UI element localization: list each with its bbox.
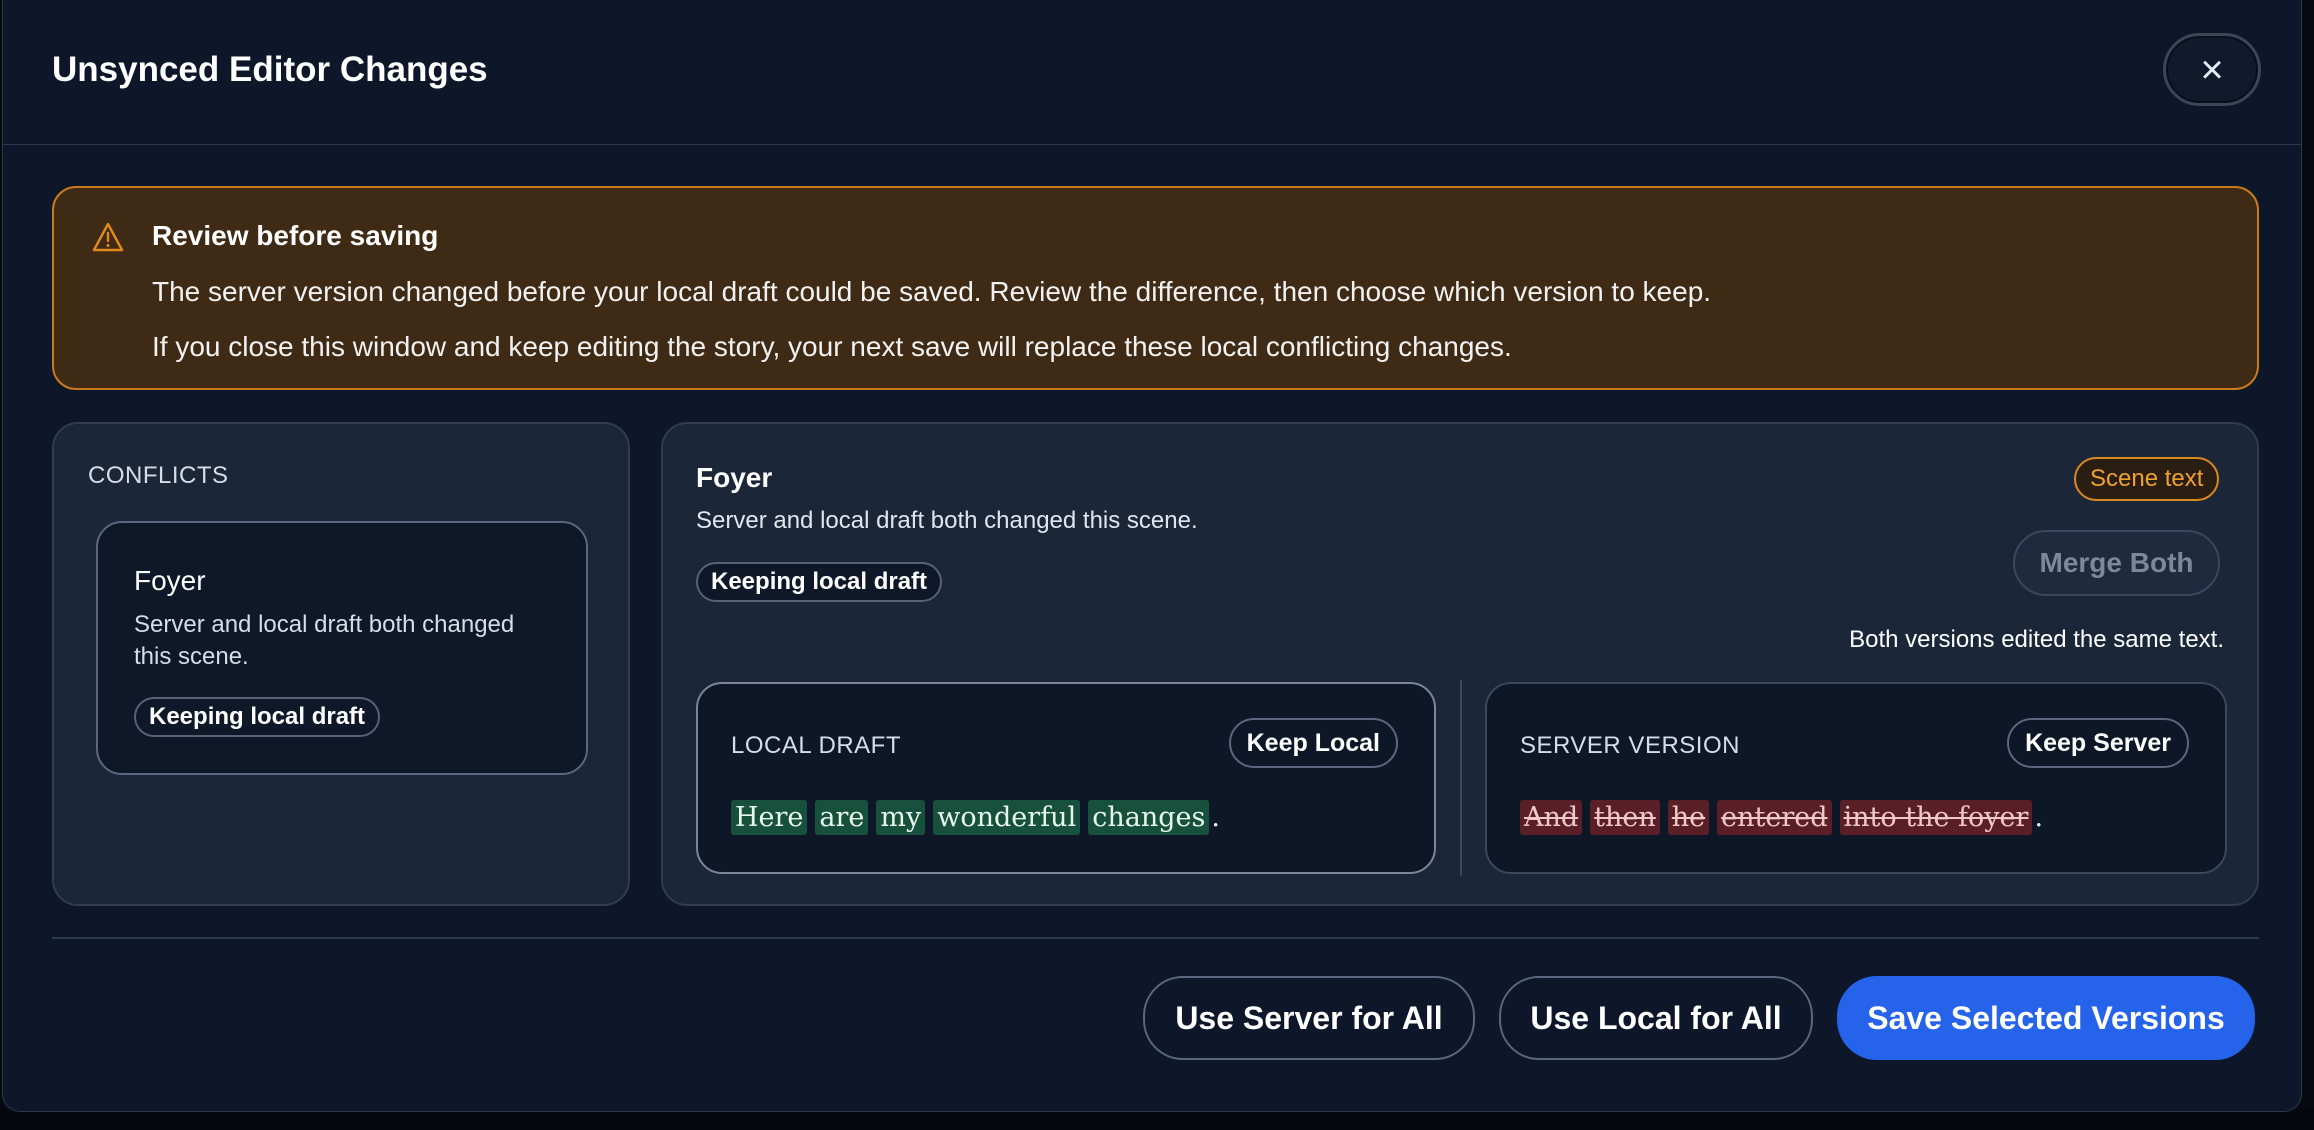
conflict-detail-panel: Foyer Server and local draft both change… [661, 422, 2259, 906]
conflict-item-foyer[interactable]: Foyer Server and local draft both change… [96, 521, 588, 775]
unsynced-changes-dialog: Unsynced Editor Changes × Review before … [2, 0, 2302, 1112]
keep-local-button[interactable]: Keep Local [1228, 718, 1398, 768]
diff-added-token: are [815, 800, 869, 835]
detail-title: Foyer [696, 462, 773, 493]
save-selected-versions-button[interactable]: Save Selected Versions [1837, 976, 2255, 1060]
dialog-title: Unsynced Editor Changes [52, 50, 488, 89]
diff-removed-token: he [1667, 800, 1710, 835]
use-local-for-all-button[interactable]: Use Local for All [1499, 976, 1813, 1060]
server-version-label: SERVER VERSION [1520, 732, 1740, 759]
server-version-card[interactable]: SERVER VERSION Keep Server And then he e… [1485, 682, 2227, 874]
keep-server-button[interactable]: Keep Server [2007, 718, 2189, 768]
close-icon: × [2200, 47, 2224, 92]
conflict-item-title: Foyer [134, 565, 206, 596]
conflicts-heading: CONFLICTS [88, 462, 229, 489]
footer-divider [52, 937, 2259, 939]
close-button[interactable]: × [2163, 33, 2261, 106]
diff-removed-token: And [1520, 800, 1583, 835]
local-draft-label: LOCAL DRAFT [731, 732, 901, 759]
conflict-status-badge: Keeping local draft [134, 697, 381, 737]
use-server-for-all-button[interactable]: Use Server for All [1143, 976, 1475, 1060]
warning-message: The server version changed before your l… [152, 276, 1712, 307]
diff-added-token: changes [1088, 800, 1210, 835]
detail-status-badge: Keeping local draft [696, 562, 943, 602]
conflicts-panel: CONFLICTS Foyer Server and local draft b… [52, 422, 630, 906]
conflict-item-description: Server and local draft both changed this… [134, 611, 515, 670]
warning-triangle-icon [92, 222, 124, 252]
local-draft-card[interactable]: LOCAL DRAFT Keep Local Here are my wonde… [696, 682, 1436, 874]
diff-removed-token: then [1590, 800, 1660, 835]
warning-message-secondary: If you close this window and keep editin… [152, 331, 1512, 362]
diff-suffix: . [2034, 802, 2044, 833]
diff-suffix: . [1211, 802, 1220, 833]
server-diff-text: And then he entered into the foyer . [1520, 800, 2043, 835]
dialog-header: Unsynced Editor Changes × [3, 0, 2301, 145]
local-diff-text: Here are my wonderful changes . [731, 800, 1220, 835]
warning-banner: Review before saving The server version … [52, 186, 2259, 390]
same-text-note: Both versions edited the same text. [1849, 626, 2224, 653]
diff-added-token: Here [731, 800, 808, 835]
warning-title: Review before saving [152, 220, 439, 251]
version-divider [1460, 680, 1462, 876]
diff-removed-token: into the foyer [1839, 800, 2033, 835]
diff-removed-token: entered [1717, 800, 1832, 835]
merge-both-button[interactable]: Merge Both [2013, 530, 2220, 596]
diff-added-token: wonderful [933, 800, 1081, 835]
diff-added-token: my [876, 800, 926, 835]
detail-description: Server and local draft both changed this… [696, 507, 1198, 534]
scene-text-badge: Scene text [2074, 457, 2220, 501]
